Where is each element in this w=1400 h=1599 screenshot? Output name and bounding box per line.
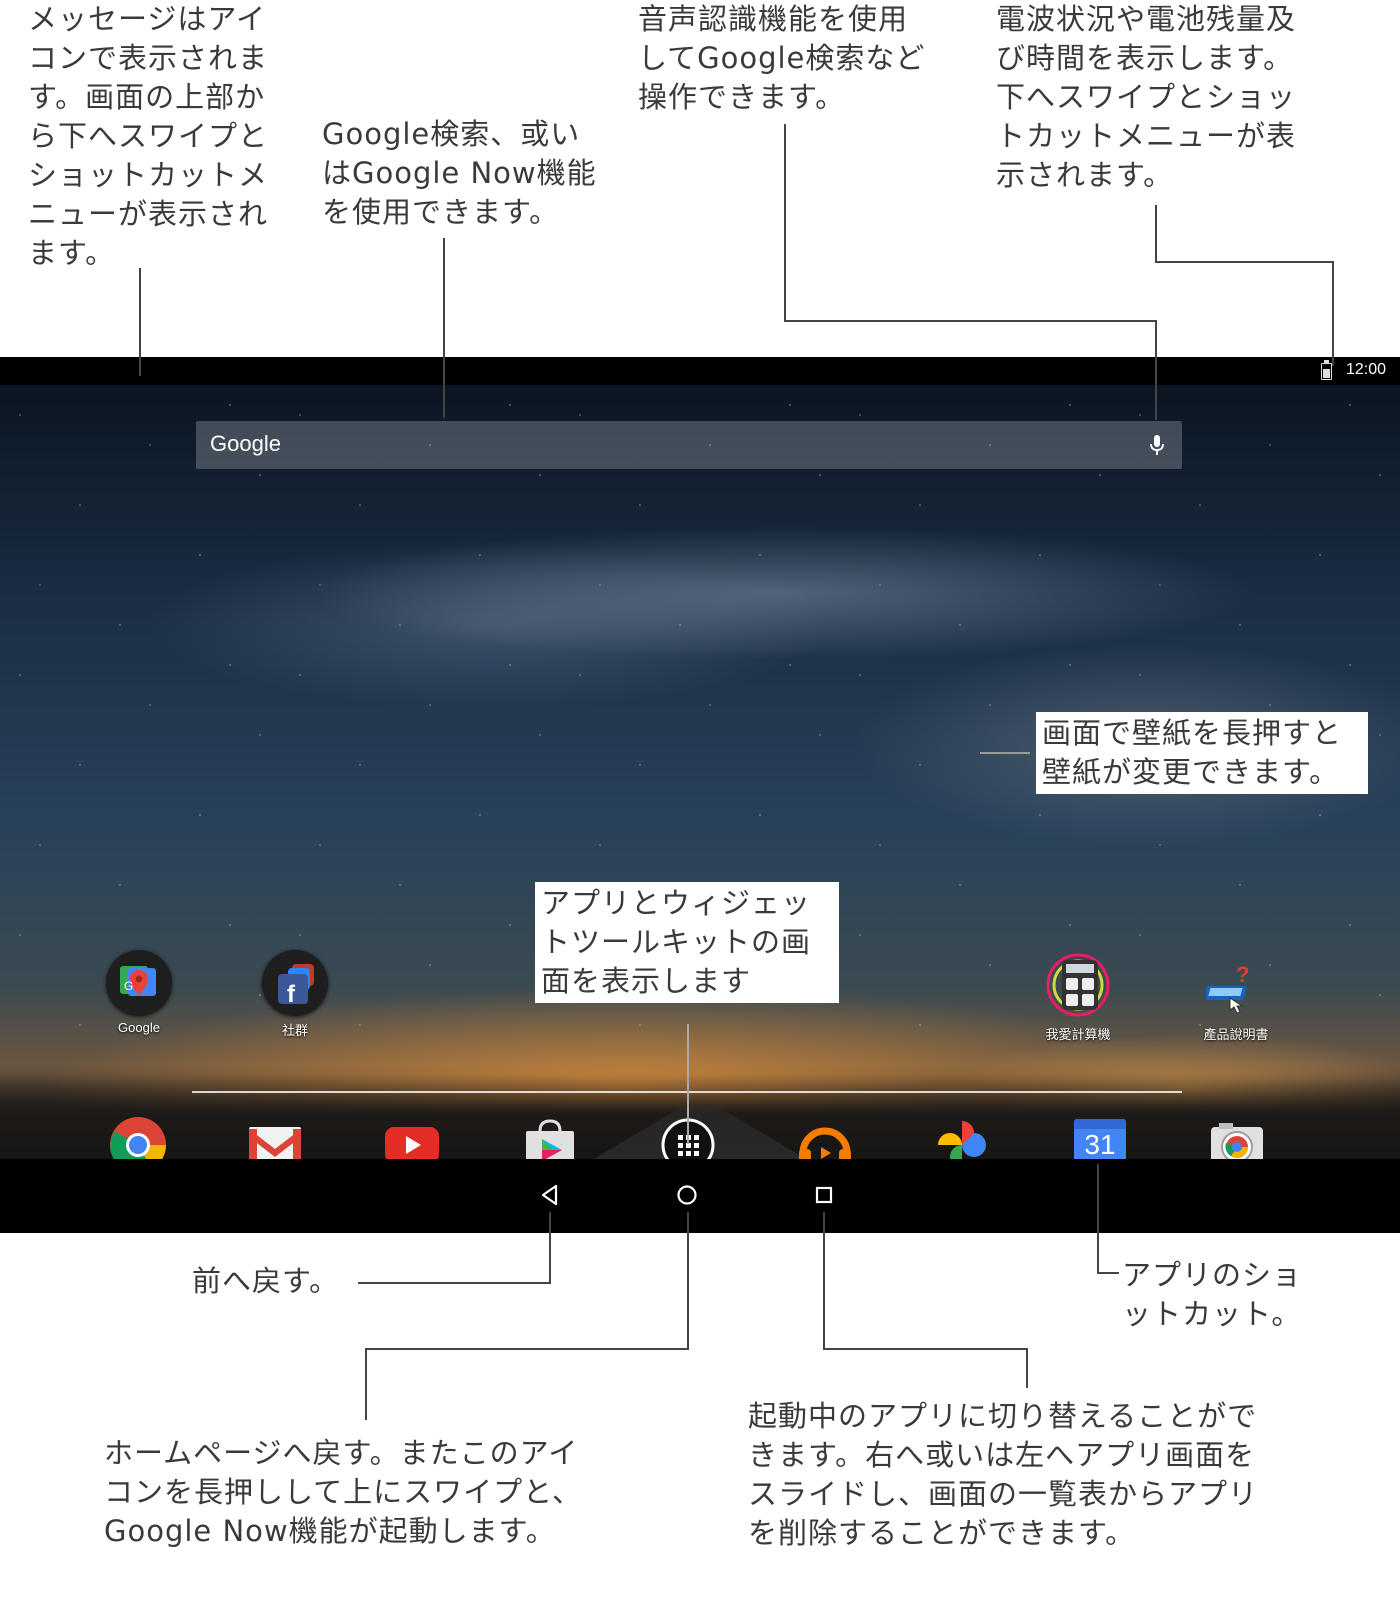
leader-line	[784, 320, 1157, 322]
annotation-app-drawer: アプリとウィジェッ トツールキットの画 面を表示します	[535, 882, 839, 1003]
app-label: 我愛計算機	[1045, 1027, 1111, 1042]
annotation-back: 前へ戻す。	[192, 1264, 340, 1298]
tablet-screen: 12:00 Google G Google f 社群 我愛計算機 ? 產品說明書…	[0, 357, 1400, 1233]
leader-line	[687, 1024, 689, 1144]
back-icon[interactable]	[532, 1177, 568, 1213]
leader-line	[823, 1212, 825, 1350]
battery-icon	[1321, 360, 1332, 380]
status-clock: 12:00	[1345, 361, 1386, 378]
annotation-recents: 起動中のアプリに切り替えることがで きます。右へ或いは左へアプリ画面を スライド…	[748, 1399, 1259, 1550]
calendar-day: 31	[1084, 1129, 1116, 1160]
app-label: 產品說明書	[1203, 1027, 1269, 1042]
app-calculator[interactable]: 我愛計算機	[1028, 950, 1128, 1043]
leader-line	[365, 1348, 689, 1350]
app-label: Google	[118, 1020, 160, 1035]
manual-icon: ?	[1206, 962, 1249, 1014]
google-logo: Google	[210, 431, 281, 456]
leader-line	[1155, 320, 1157, 420]
mic-icon[interactable]	[1148, 433, 1166, 457]
app-manual[interactable]: ? 產品說明書	[1186, 960, 1286, 1043]
status-bar[interactable]: 12:00	[0, 357, 1400, 385]
leader-line	[687, 1212, 689, 1350]
annotation-shortcut: アプリのショ ットカット。	[1122, 1258, 1303, 1331]
leader-line	[1026, 1348, 1028, 1388]
svg-text:?: ?	[1236, 962, 1249, 987]
annotation-status-bar: 電波状況や電池残量及 び時間を表示します。 下へスワイプとショッ トカットメニュ…	[996, 2, 1297, 192]
app-label: 社群	[281, 1023, 308, 1038]
leader-line	[1332, 261, 1334, 366]
annotation-wallpaper: 画面で壁紙を長押すと 壁紙が変更できます。	[1036, 712, 1368, 794]
social-folder-icon: f	[262, 950, 328, 1016]
leader-line	[358, 1282, 550, 1284]
google-folder-icon: G	[106, 950, 172, 1016]
leader-line	[1097, 1164, 1099, 1274]
calculator-icon	[1046, 953, 1110, 1017]
annotation-google-search: Google検索、或い はGoogle Now機能 を使用できます。	[322, 117, 597, 229]
leader-line	[1097, 1272, 1119, 1274]
annotation-notifications: メッセージはアイ コンで表示されま す。画面の上部か ら下へスワイプと ショット…	[28, 2, 269, 270]
leader-line	[139, 268, 141, 376]
recents-icon[interactable]	[806, 1177, 842, 1213]
home-icon[interactable]	[669, 1177, 705, 1213]
annotation-home: ホームページへ戻す。またこのアイ コンを長押しして上にスワイプと、 Google…	[104, 1436, 582, 1548]
leader-line	[823, 1348, 1028, 1350]
navigation-bar	[0, 1159, 1400, 1233]
leader-line	[784, 124, 786, 322]
leader-line	[365, 1348, 367, 1420]
app-social-folder[interactable]: f 社群	[245, 950, 345, 1039]
leader-line	[1155, 205, 1157, 263]
leader-line	[549, 1212, 551, 1284]
leader-line	[443, 238, 445, 418]
annotation-voice-search: 音声認識機能を使用 してGoogle検索など 操作できます。	[638, 2, 926, 114]
leader-line	[1155, 261, 1334, 263]
app-google-folder[interactable]: G Google	[89, 950, 189, 1035]
svg-text:f: f	[287, 981, 296, 1008]
leader-line	[980, 752, 1030, 754]
google-search-bar[interactable]: Google	[196, 421, 1182, 469]
svg-text:G: G	[124, 979, 133, 993]
